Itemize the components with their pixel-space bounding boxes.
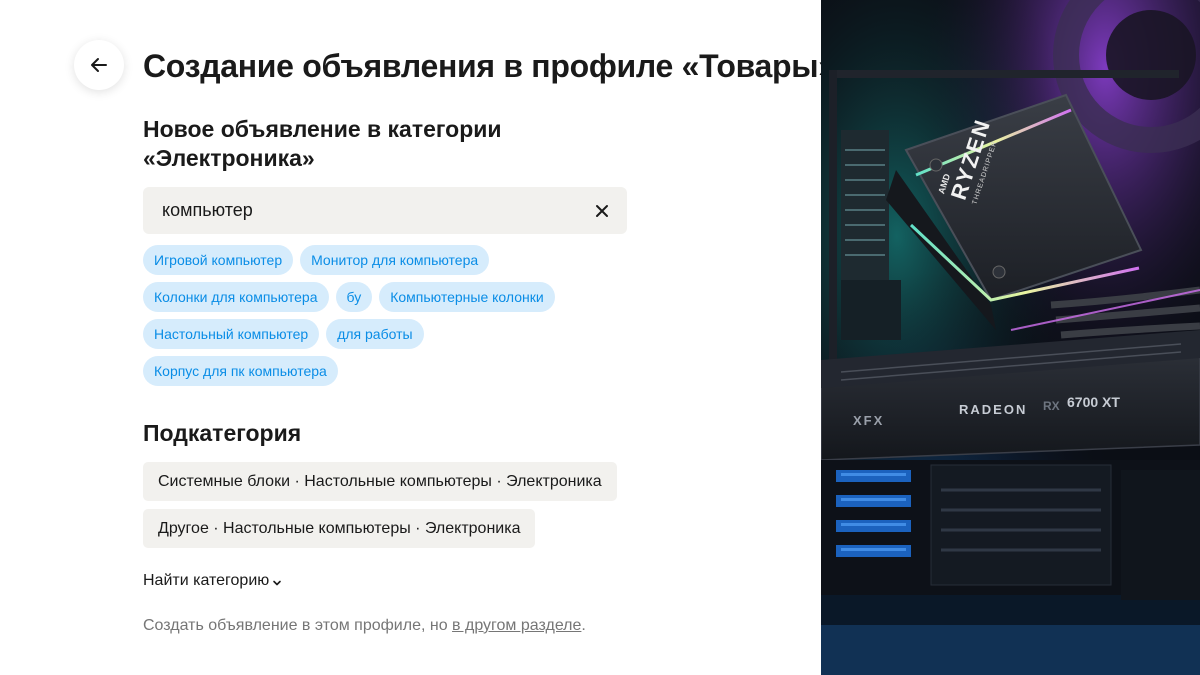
close-icon (596, 204, 608, 217)
suggestion-chip[interactable]: Игровой компьютер (143, 245, 294, 275)
footer-note: Создать объявление в этом профиле, но в … (143, 617, 586, 635)
suggestion-chip[interactable]: Монитор для компьютера (300, 245, 490, 275)
hero-image: AMD RYZEN THREADRIPPER XFX RADEON RX 670… (821, 0, 1200, 675)
search-input[interactable] (162, 200, 591, 221)
suggestion-chip[interactable]: Колонки для компьютера (143, 282, 329, 312)
suggestion-chip[interactable]: Настольный компьютер (143, 319, 320, 349)
gpu-brand: XFX (853, 413, 884, 428)
page-title: Создание объявления в профиле «Товары» (143, 48, 833, 84)
other-section-link[interactable]: в другом разделе (452, 617, 581, 634)
suggestion-chip[interactable]: для работы (326, 319, 424, 349)
suggestion-chip[interactable]: Корпус для пк компьютера (143, 356, 338, 386)
clear-search-button[interactable] (591, 200, 613, 222)
create-listing-page: Создание объявления в профиле «Товары» Н… (0, 0, 1200, 675)
find-category-label: Найти категорию (143, 572, 270, 589)
pc-hardware-illustration: AMD RYZEN THREADRIPPER XFX RADEON RX 670… (821, 0, 1200, 675)
search-field (143, 187, 627, 234)
gpu-number: 6700 XT (1067, 394, 1120, 410)
footer-text: Создать объявление в этом профиле, но (143, 617, 453, 634)
arrow-left-icon (91, 58, 107, 72)
footer-suffix: . (581, 617, 586, 634)
back-button[interactable] (74, 40, 124, 90)
subcategory-option[interactable]: Системные блоки · Настольные компьютеры … (143, 462, 617, 501)
gpu-rx: RX (1043, 399, 1060, 413)
section-title: Новое объявление в категории «Электроник… (143, 116, 502, 171)
subcategory-title: Подкатегория (143, 420, 302, 446)
suggestion-chip[interactable]: бу (335, 282, 373, 312)
chevron-down-icon (273, 580, 282, 585)
find-category-link[interactable]: Найти категорию (143, 572, 282, 590)
suggestion-chip[interactable]: Компьютерные колонки (379, 282, 555, 312)
subcategory-option[interactable]: Другое · Настольные компьютеры · Электро… (143, 509, 536, 548)
suggestion-chips: Игровой компьютер Монитор для компьютера… (143, 245, 613, 386)
subcategory-list: Системные блоки · Настольные компьютеры … (143, 462, 617, 548)
gpu-model: RADEON (959, 402, 1027, 417)
